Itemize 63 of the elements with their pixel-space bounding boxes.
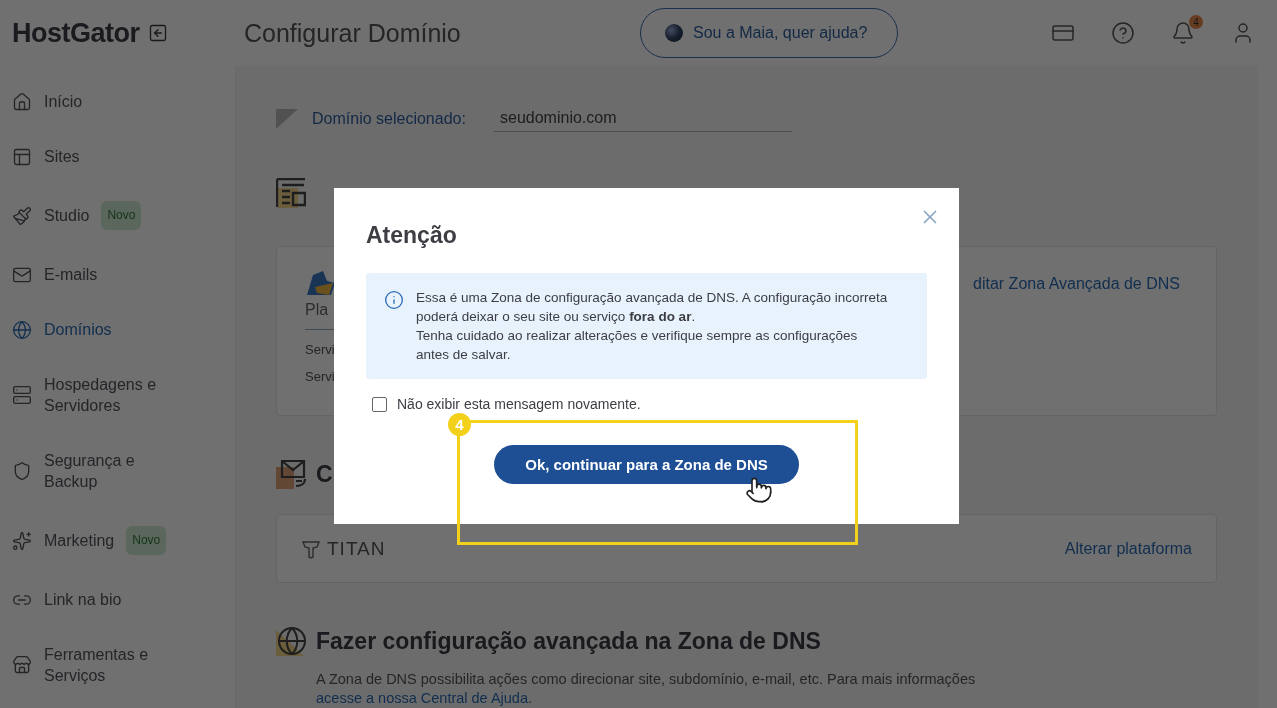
layout-icon	[12, 146, 32, 167]
page-title: Configurar Domínio	[244, 18, 462, 48]
collapse-icon[interactable]	[147, 23, 168, 43]
mascot-drawing	[305, 268, 335, 297]
new-badge: Novo	[101, 201, 142, 230]
sidebar-label: Sites	[44, 147, 80, 167]
layout-drawing	[276, 177, 306, 208]
change-platform-link[interactable]: Alterar plataforma	[1064, 539, 1192, 558]
sidebar-item[interactable]: Início	[0, 74, 200, 129]
continue-button[interactable]: Ok, continuar para a Zona de DNS	[494, 445, 799, 484]
sidebar-label: Marketing	[44, 531, 115, 551]
sidebar-label: Link na bio	[44, 590, 122, 610]
globe-icon	[12, 319, 32, 340]
home-icon	[12, 91, 32, 112]
section-heading: Fazer configuração avançada na Zona de DNS	[316, 627, 821, 655]
provider-name: TITAN	[327, 537, 386, 560]
sidebar-item[interactable]: Segurança e Backup	[0, 433, 200, 509]
section-heading: C	[316, 460, 333, 488]
sidebar-item[interactable]: Domínios	[0, 302, 200, 357]
warning-text: Tenha cuidado ao realizar alterações e verifique sempre as configurações antes de salvar.	[416, 327, 859, 364]
new-badge: Novo	[126, 526, 167, 555]
help-icon[interactable]	[1111, 21, 1135, 45]
notification-count: 4	[1189, 15, 1203, 29]
sidebar-label: Início	[44, 92, 83, 112]
dns-zone-link[interactable]: ditar Zona Avançada de DNS	[973, 274, 1180, 293]
orb-icon	[665, 24, 683, 42]
sidebar-item[interactable]: Sites	[0, 129, 200, 184]
sidebar-item[interactable]: Studio Novo	[0, 184, 200, 247]
checkbox-label: Não exibir esta mensagem novamente.	[397, 396, 641, 412]
store-icon	[12, 655, 32, 675]
plan-title: Pla	[305, 300, 329, 319]
sidebar-label: Hospedagens e Servidores	[44, 375, 158, 416]
sidebar-item[interactable]: Marketing Novo	[0, 509, 200, 572]
sparkle-icon	[12, 530, 32, 551]
sidebar-item[interactable]: E-mails	[0, 247, 200, 302]
modal-title: Atenção	[366, 222, 458, 249]
domain-label: Domínio selecionado:	[312, 109, 467, 128]
sidebar-label: Ferramentas e Serviços	[44, 645, 150, 686]
sidebar-label: Studio	[44, 206, 90, 226]
mail-drawing	[276, 459, 306, 490]
brush-icon	[12, 205, 32, 226]
sidebar-label: E-mails	[44, 265, 98, 285]
globe-drawing	[276, 626, 306, 656]
server-row: Servi	[305, 368, 335, 384]
info-icon	[384, 290, 404, 310]
bell-icon[interactable]	[1171, 21, 1195, 45]
checkbox[interactable]	[372, 396, 387, 412]
sidebar-label: Segurança e Backup	[44, 451, 136, 492]
dns-description: A Zona de DNS possibilita ações como direcionar site, subdomínio, e-mail, etc. Para mais informações acesse a nossa Central de Ajuda.	[316, 670, 977, 708]
server-icon	[12, 385, 32, 405]
sidebar-item[interactable]: Ferramentas e Serviços	[0, 627, 200, 703]
logo: HostGator	[12, 17, 140, 49]
sidebar-label: Domínios	[44, 320, 112, 340]
domain-field[interactable]: seudominio.com	[494, 105, 792, 133]
help-center-link[interactable]: acesse a nossa Central de Ajuda	[316, 690, 528, 706]
sidebar-item[interactable]: Link na bio	[0, 572, 200, 627]
sidebar-item[interactable]: Hospedagens e Servidores	[0, 357, 200, 433]
server-row: Servi	[305, 341, 335, 357]
shield-icon	[12, 461, 32, 481]
corner-icon	[276, 108, 298, 129]
hand-cursor-icon	[745, 476, 773, 504]
warning-text: Essa é uma Zona de configuração avançada de DNS. A configuração incorreta poderá deixar o seu site ou serviço fora do ar.	[416, 289, 889, 326]
assistant-button[interactable]: Sou a Maia, quer ajuda?	[640, 8, 898, 58]
